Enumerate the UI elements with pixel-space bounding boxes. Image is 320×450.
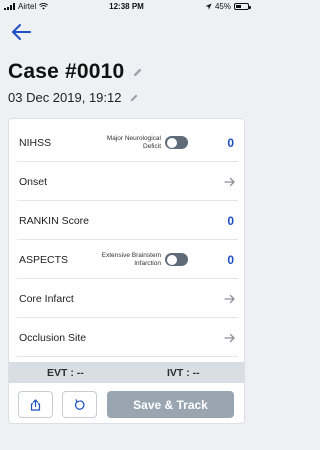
rankin-label: RANKIN Score	[19, 214, 90, 227]
save-and-track-button[interactable]: Save & Track	[107, 391, 234, 418]
core-infarct-arrow-icon	[224, 294, 235, 303]
onset-label: Onset	[19, 175, 48, 188]
treatment-summary-bar: EVT : -- IVT : --	[9, 362, 244, 383]
location-arrow-icon	[205, 3, 212, 10]
battery-percent: 45%	[214, 2, 231, 11]
edit-title-icon[interactable]	[132, 67, 143, 78]
row-nihss[interactable]: NIHSS Major Neurological Deficit 0	[9, 123, 244, 162]
evt-status: EVT : --	[47, 366, 84, 379]
aspects-label: ASPECTS	[19, 253, 69, 266]
refresh-icon	[74, 398, 85, 410]
case-datetime: 03 Dec 2019, 19:12	[8, 90, 122, 105]
card-footer: Save & Track	[9, 383, 244, 423]
aspects-value: 0	[227, 252, 234, 267]
date-row: 03 Dec 2019, 19:12	[8, 90, 139, 105]
row-rankin-score[interactable]: RANKIN Score 0	[9, 201, 244, 240]
occlusion-site-arrow-icon	[224, 333, 235, 342]
row-aspects[interactable]: ASPECTS Extensive Brainstem Infarction 0	[9, 240, 244, 279]
nihss-label: NIHSS	[19, 136, 52, 149]
onset-arrow-icon	[224, 177, 235, 186]
back-arrow-icon[interactable]	[10, 22, 32, 42]
status-right: 45%	[205, 2, 251, 11]
major-neuro-deficit-label: Major Neurological Deficit	[106, 135, 161, 151]
status-bar: Airtel 12:38 PM 45%	[0, 0, 253, 14]
battery-icon	[234, 3, 251, 10]
occlusion-site-label: Occlusion Site	[19, 331, 87, 344]
page-title: Case #0010	[8, 60, 125, 83]
row-occlusion-site[interactable]: Occlusion Site	[9, 318, 244, 357]
edit-date-icon[interactable]	[129, 93, 139, 103]
ivt-status: IVT : --	[167, 366, 200, 379]
row-onset[interactable]: Onset	[9, 162, 244, 201]
share-button[interactable]	[18, 391, 53, 418]
rankin-value: 0	[227, 213, 234, 228]
nihss-value: 0	[227, 135, 234, 150]
case-card: NIHSS Major Neurological Deficit 0 Onset…	[8, 118, 245, 424]
extensive-brainstem-infarction-label: Extensive Brainstem Infarction	[101, 252, 161, 268]
title-row: Case #0010	[8, 60, 143, 84]
reset-button[interactable]	[62, 391, 97, 418]
row-core-infarct[interactable]: Core Infarct	[9, 279, 244, 318]
extensive-brainstem-infarction-toggle[interactable]	[165, 253, 188, 266]
share-icon	[30, 398, 41, 411]
major-neuro-deficit-toggle[interactable]	[165, 136, 188, 149]
core-infarct-label: Core Infarct	[19, 292, 74, 305]
